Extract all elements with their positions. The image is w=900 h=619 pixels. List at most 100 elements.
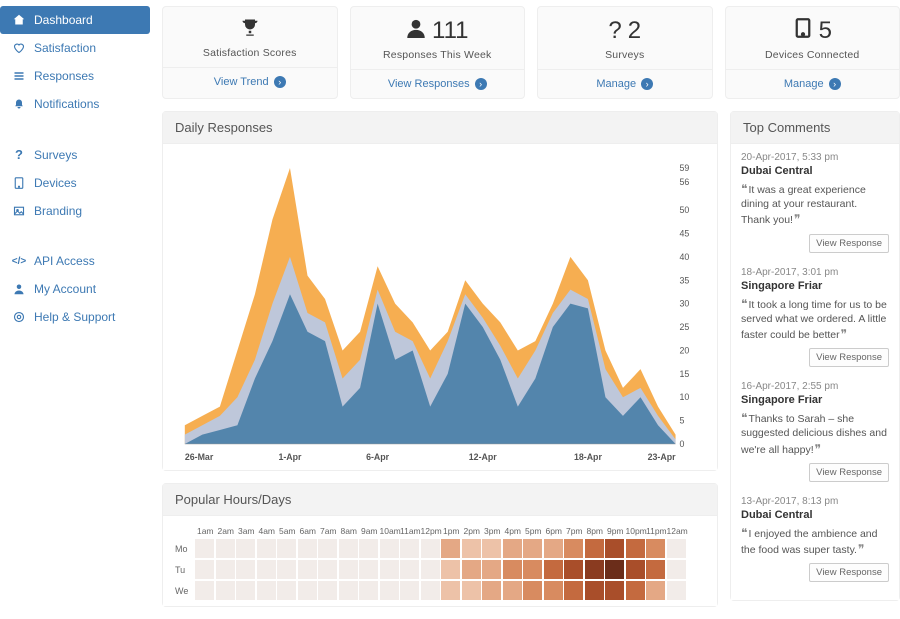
heatmap-hour-label: 9pm xyxy=(605,526,626,536)
panel-title: Daily Responses xyxy=(163,112,717,144)
heatmap-hour-label: 10am xyxy=(380,526,401,536)
sidebar-item-help-support[interactable]: Help & Support xyxy=(0,303,150,331)
arrow-right-icon: › xyxy=(274,76,286,88)
question-icon: ? xyxy=(608,17,621,45)
heatmap-cell xyxy=(195,581,214,600)
sidebar-item-dashboard[interactable]: Dashboard xyxy=(0,6,150,34)
heatmap-cell xyxy=(605,539,624,558)
user-icon xyxy=(406,18,426,44)
heatmap-hour-label: 5pm xyxy=(523,526,544,536)
svg-text:10: 10 xyxy=(679,392,689,402)
svg-text:35: 35 xyxy=(679,275,689,285)
view-response-button[interactable]: View Response xyxy=(809,463,889,482)
sidebar-item-label: Devices xyxy=(34,176,77,190)
heatmap-cell xyxy=(482,581,501,600)
home-icon xyxy=(12,14,26,26)
heatmap-hour-label: 6pm xyxy=(544,526,565,536)
stat-value: 111 xyxy=(432,17,468,45)
heatmap-cell xyxy=(421,539,440,558)
panel-title: Top Comments xyxy=(731,112,899,144)
sidebar-item-notifications[interactable]: Notifications xyxy=(0,90,150,118)
stat-title: Devices Connected xyxy=(734,49,892,61)
sidebar: Dashboard Satisfaction Responses Notificati… xyxy=(0,0,150,619)
sidebar-item-label: Responses xyxy=(34,69,94,83)
tablet-icon xyxy=(793,18,813,44)
heatmap-hour-label: 9am xyxy=(359,526,380,536)
comment-location: Singapore Friar xyxy=(741,280,889,292)
svg-text:56: 56 xyxy=(679,177,689,187)
comment-item: 20-Apr-2017, 5:33 pmDubai CentralIt was … xyxy=(741,152,889,253)
heatmap-cell xyxy=(277,560,296,579)
stat-row: Satisfaction ScoresView Trend ›111Respon… xyxy=(162,6,900,99)
stat-action-link[interactable]: View Trend › xyxy=(163,67,337,96)
heatmap-cell xyxy=(441,560,460,579)
svg-text:0: 0 xyxy=(679,439,684,449)
heatmap-cell xyxy=(359,560,378,579)
heatmap-day-label: Mo xyxy=(175,544,195,554)
heatmap-cell xyxy=(277,581,296,600)
heatmap-cell xyxy=(236,581,255,600)
comment-item: 16-Apr-2017, 2:55 pmSingapore FriarThank… xyxy=(741,381,889,482)
heatmap-cell xyxy=(523,581,542,600)
sidebar-item-branding[interactable]: Branding xyxy=(0,197,150,225)
heatmap-hour-label: 10pm xyxy=(626,526,647,536)
heatmap-hour-label: 8pm xyxy=(585,526,606,536)
stat-value: 5 xyxy=(819,17,832,45)
sidebar-item-label: Satisfaction xyxy=(34,41,96,55)
heatmap-hour-label: 11am xyxy=(400,526,421,536)
svg-text:23-Apr: 23-Apr xyxy=(648,452,676,462)
comment-item: 13-Apr-2017, 8:13 pmDubai CentralI enjoy… xyxy=(741,496,889,582)
svg-text:18-Apr: 18-Apr xyxy=(574,452,602,462)
heatmap-cell xyxy=(421,581,440,600)
heatmap-cell xyxy=(195,560,214,579)
heatmap-cell xyxy=(667,539,686,558)
svg-text:30: 30 xyxy=(679,299,689,309)
heatmap-cell xyxy=(339,560,358,579)
heatmap-hour-label: 12pm xyxy=(421,526,442,536)
stat-action-link[interactable]: Manage › xyxy=(538,69,712,98)
heatmap-cell xyxy=(400,560,419,579)
heatmap-cell xyxy=(646,581,665,600)
comment-time: 20-Apr-2017, 5:33 pm xyxy=(741,152,889,163)
sidebar-item-responses[interactable]: Responses xyxy=(0,62,150,90)
svg-text:15: 15 xyxy=(679,369,689,379)
stat-action-link[interactable]: View Responses › xyxy=(351,69,525,98)
svg-text:50: 50 xyxy=(679,205,689,215)
svg-text:6-Apr: 6-Apr xyxy=(366,452,390,462)
panel-title: Popular Hours/Days xyxy=(163,484,717,516)
heatmap-cell xyxy=(216,581,235,600)
heatmap-hour-label: 1am xyxy=(195,526,216,536)
svg-text:5: 5 xyxy=(679,416,684,426)
view-response-button[interactable]: View Response xyxy=(809,348,889,367)
heatmap-hour-label: 3am xyxy=(236,526,257,536)
heatmap-cell xyxy=(380,560,399,579)
view-response-button[interactable]: View Response xyxy=(809,234,889,253)
image-icon xyxy=(12,205,26,217)
sidebar-item-devices[interactable]: Devices xyxy=(0,169,150,197)
heatmap-hour-label: 2am xyxy=(216,526,237,536)
comment-text: It took a long time for us to be served … xyxy=(741,296,889,343)
stat-action-link[interactable]: Manage › xyxy=(726,69,900,98)
sidebar-item-surveys[interactable]: ?Surveys xyxy=(0,140,150,169)
popular-hours-panel: Popular Hours/Days 1am2am3am4am5am6am7am… xyxy=(162,483,718,607)
heatmap-cell xyxy=(462,560,481,579)
stat-card-surveys: ?2SurveysManage › xyxy=(537,6,713,99)
comment-text: It was a great experience dining at your… xyxy=(741,181,889,228)
view-response-button[interactable]: View Response xyxy=(809,563,889,582)
comment-item: 18-Apr-2017, 3:01 pmSingapore FriarIt to… xyxy=(741,267,889,368)
heatmap-cell xyxy=(585,581,604,600)
sidebar-item-label: Dashboard xyxy=(34,13,93,27)
stat-title: Satisfaction Scores xyxy=(171,47,329,59)
tablet-icon xyxy=(12,177,26,189)
main-content: Satisfaction ScoresView Trend ›111Respon… xyxy=(150,0,900,619)
sidebar-item-api-access[interactable]: </>API Access xyxy=(0,247,150,275)
sidebar-item-satisfaction[interactable]: Satisfaction xyxy=(0,34,150,62)
heatmap-cell xyxy=(564,539,583,558)
sidebar-item-my-account[interactable]: My Account xyxy=(0,275,150,303)
heatmap-cell xyxy=(441,539,460,558)
sidebar-item-label: API Access xyxy=(34,254,95,268)
heatmap-cell xyxy=(667,560,686,579)
sidebar-item-label: Surveys xyxy=(34,148,77,162)
heatmap-day-label: Tu xyxy=(175,565,195,575)
heatmap-cell xyxy=(544,560,563,579)
